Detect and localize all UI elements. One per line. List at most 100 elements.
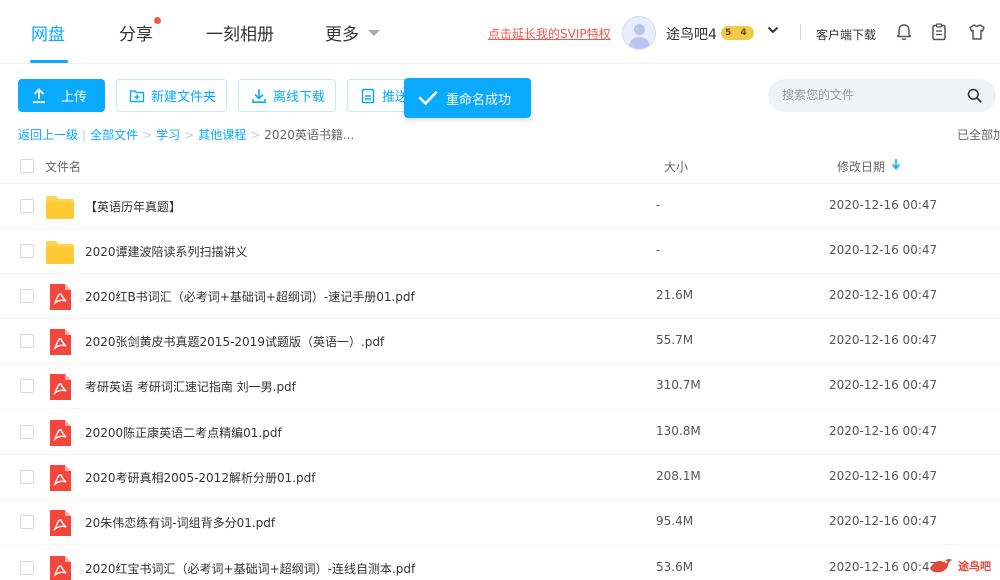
search-icon[interactable] [967,88,982,103]
file-size: 53.6M [656,560,694,574]
file-row[interactable]: 2020张剑黄皮书真题2015-2019试题版（英语一）.pdf 55.7M 2… [0,319,1000,364]
new-folder-icon [129,89,145,102]
clipboard-icon[interactable] [929,22,949,42]
file-name[interactable]: 20200陈正康英语二考点精编01.pdf [85,424,282,441]
file-row[interactable]: 考研英语 考研词汇速记指南 刘一男.pdf 310.7M 2020-12-16 … [0,364,1000,409]
file-name[interactable]: 2020考研真相2005-2012解析分册01.pdf [85,469,316,486]
offline-download-button-label: 离线下载 [273,90,326,105]
select-all-checkbox[interactable] [20,159,34,173]
folder-icon [46,241,74,264]
new-folder-button[interactable]: 新建文件夹 [116,79,227,112]
nav-tab-more[interactable]: 更多 [325,20,359,45]
row-checkbox[interactable] [20,379,34,393]
pdf-file-icon [50,420,71,446]
file-size: 208.1M [656,469,701,483]
file-size: 95.4M [656,514,694,528]
file-name[interactable]: 2020红B书词汇（必考词+基础词+超纲词）-速记手册01.pdf [85,288,415,305]
row-checkbox[interactable] [20,199,34,213]
column-header-name[interactable]: 文件名 [45,158,81,175]
pdf-file-icon [50,556,71,580]
file-modified-date: 2020-12-16 00:47 [829,198,938,212]
breadcrumb-item-other-courses[interactable]: 其他课程 [198,128,246,142]
breadcrumb-item-all-files[interactable]: 全部文件 [90,128,138,142]
checkmark-icon [418,91,438,105]
loaded-all-status: 已全部加载 [957,128,1000,142]
file-list-header: 文件名 大小 修改日期 [0,148,1000,184]
site-watermark: 途鸟吧 [928,554,998,578]
file-modified-date: 2020-12-16 00:47 [829,424,938,438]
nav-tab-album[interactable]: 一刻相册 [206,20,274,45]
watermark-text: 途鸟吧 [958,560,991,573]
file-modified-date: 2020-12-16 00:47 [829,243,938,257]
file-modified-date: 2020-12-16 00:47 [829,288,938,302]
file-modified-date: 2020-12-16 00:47 [829,514,938,528]
breadcrumb-current: 2020英语书籍... [264,128,355,142]
file-name[interactable]: 20朱伟恋练有词-词组背多分01.pdf [85,514,275,531]
file-modified-date: 2020-12-16 00:47 [829,560,938,574]
share-notification-dot [154,17,161,24]
shirt-icon[interactable] [967,22,987,42]
upload-icon [33,87,45,103]
column-header-modified[interactable]: 修改日期 [837,158,885,175]
pdf-file-icon [50,329,71,355]
nav-tab-netdisk[interactable]: 网盘 [31,20,65,45]
nav-tab-share[interactable]: 分享 [119,20,153,45]
user-menu-chevron-down-icon[interactable] [767,24,779,36]
rename-success-toast: 重命名成功 [404,78,531,118]
breadcrumb: 返回上一级 | 全部文件 > 学习 > 其他课程 >2020英语书籍... [18,128,355,142]
pdf-file-icon [50,284,71,310]
folder-icon [46,196,74,219]
row-checkbox[interactable] [20,515,34,529]
file-modified-date: 2020-12-16 00:47 [829,469,938,483]
file-search-box [768,79,996,112]
download-icon [252,89,266,103]
more-dropdown-caret-icon[interactable] [368,30,380,36]
file-row[interactable]: 【英语历年真题】 - 2020-12-16 00:47 [0,184,1000,229]
pdf-file-icon [50,510,71,536]
file-size: - [656,243,661,257]
row-checkbox[interactable] [20,289,34,303]
file-row[interactable]: 2020红宝书词汇（必考词+基础词+超纲词）-连线自测本.pdf 53.6M 2… [0,546,1000,580]
offline-download-button[interactable]: 离线下载 [238,79,336,112]
bell-icon[interactable] [894,22,914,42]
file-row[interactable]: 2020谭建波陪读系列扫描讲义 - 2020-12-16 00:47 [0,229,1000,274]
file-name[interactable]: 2020红宝书词汇（必考词+基础词+超纲词）-连线自测本.pdf [85,560,415,577]
new-folder-button-label: 新建文件夹 [151,90,217,105]
file-name[interactable]: 【英语历年真题】 [85,198,181,215]
file-row[interactable]: 20朱伟恋练有词-词组背多分01.pdf 95.4M 2020-12-16 00… [0,500,1000,545]
file-size: 310.7M [656,378,701,392]
row-checkbox[interactable] [20,425,34,439]
file-row[interactable]: 2020红B书词汇（必考词+基础词+超纲词）-速记手册01.pdf 21.6M … [0,274,1000,319]
top-navigation-bar: 网盘 分享 一刻相册 更多 点击延长我的SVIP特权 途鸟吧4 5 4 客户端下… [0,0,1000,64]
sort-descending-arrow-icon[interactable] [891,158,901,170]
file-name[interactable]: 2020谭建波陪读系列扫描讲义 [85,243,248,260]
row-checkbox[interactable] [20,561,34,575]
active-tab-indicator [30,60,68,63]
client-download-link[interactable]: 客户端下载 [816,26,876,43]
breadcrumb-item-study[interactable]: 学习 [156,128,180,142]
svip-extend-link[interactable]: 点击延长我的SVIP特权 [488,25,611,42]
file-size: 21.6M [656,288,694,302]
username[interactable]: 途鸟吧4 [666,24,717,44]
user-avatar[interactable] [622,16,656,50]
row-checkbox[interactable] [20,244,34,258]
pdf-file-icon [50,465,71,491]
file-name[interactable]: 考研英语 考研词汇速记指南 刘一男.pdf [85,378,296,395]
row-checkbox[interactable] [20,470,34,484]
upload-button-label: 上传 [61,90,88,105]
file-modified-date: 2020-12-16 00:47 [829,378,938,392]
breadcrumb-back-link[interactable]: 返回上一级 [18,128,78,142]
file-name[interactable]: 2020张剑黄皮书真题2015-2019试题版（英语一）.pdf [85,333,384,350]
bird-logo-icon [930,558,952,573]
file-modified-date: 2020-12-16 00:47 [829,333,938,347]
upload-button[interactable]: 上传 [18,79,105,112]
file-search-input[interactable] [782,86,962,104]
file-size: 130.8M [656,424,701,438]
column-header-size[interactable]: 大小 [664,158,688,175]
user-level-badge: 5 4 [721,26,754,40]
pdf-file-icon [50,374,71,400]
push-device-icon [361,88,375,103]
file-row[interactable]: 2020考研真相2005-2012解析分册01.pdf 208.1M 2020-… [0,455,1000,500]
file-row[interactable]: 20200陈正康英语二考点精编01.pdf 130.8M 2020-12-16 … [0,410,1000,455]
row-checkbox[interactable] [20,334,34,348]
